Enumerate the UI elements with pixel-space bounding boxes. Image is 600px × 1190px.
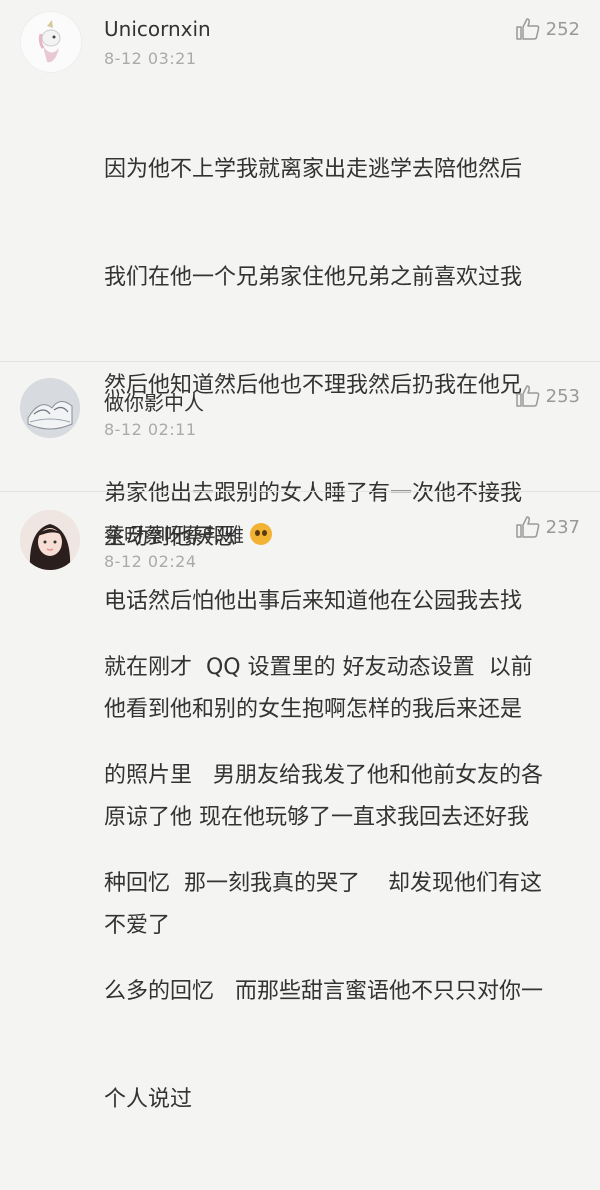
avatar[interactable]: [20, 510, 80, 570]
like-button[interactable]: 237: [515, 516, 580, 538]
like-count: 253: [545, 385, 580, 407]
like-button[interactable]: 253: [515, 385, 580, 407]
like-count: 252: [545, 18, 580, 40]
thumbs-up-icon: [515, 516, 539, 538]
comment-line: 的照片里 男朋友给我发了他和他前女友的各: [104, 763, 543, 788]
comment-line: 因为他不上学我就离家出走逃学去陪他然后: [104, 157, 523, 182]
username[interactable]: 做你影中人: [104, 387, 204, 416]
comment-line: 种回忆 那一刻我真的哭了 却发现他们有这: [104, 871, 542, 896]
username[interactable]: 蔡呀蔡呀蔡邦雅: [104, 519, 272, 548]
comment-line: 我们在他一个兄弟家住他兄弟之前喜欢过我: [104, 265, 523, 290]
thumbs-up-icon: [515, 18, 539, 40]
unicorn-avatar-icon: [21, 12, 81, 72]
timestamp: 8-12 02:11: [104, 420, 197, 439]
sketch-avatar-icon: [20, 378, 80, 438]
username[interactable]: Unicornxin: [104, 17, 211, 41]
crying-emoji-icon: [250, 523, 272, 545]
timestamp: 8-12 03:21: [104, 49, 197, 68]
comment-item: Unicornxin 8-12 03:21 252 因为他不上学我就离家出走逃学…: [0, 0, 600, 938]
comment-line: 就在刚才 QQ 设置里的 好友动态设置 以前: [104, 655, 533, 680]
timestamp: 8-12 02:24: [104, 552, 197, 571]
avatar[interactable]: [20, 378, 80, 438]
comment-item: 蔡呀蔡呀蔡邦雅 8-12 02:24 237 就在刚才 QQ 设置里的 好友动态…: [0, 492, 600, 1112]
comment-line: 个人说过: [104, 1087, 193, 1112]
comment-line: 么多的回忆 而那些甜言蜜语他不只只对你一: [104, 979, 543, 1004]
thumbs-up-icon: [515, 385, 539, 407]
like-count: 237: [545, 516, 580, 538]
avatar[interactable]: [20, 11, 82, 73]
username-text: 蔡呀蔡呀蔡邦雅: [104, 523, 244, 547]
comment-item: 做你影中人 8-12 02:11 253 主动到他厌恶: [0, 362, 600, 550]
comment-text: 就在刚才 QQ 设置里的 好友动态设置 以前 的照片里 男朋友给我发了他和他前女…: [104, 578, 584, 1190]
girl-avatar-icon: [20, 510, 80, 570]
like-button[interactable]: 252: [515, 18, 580, 40]
